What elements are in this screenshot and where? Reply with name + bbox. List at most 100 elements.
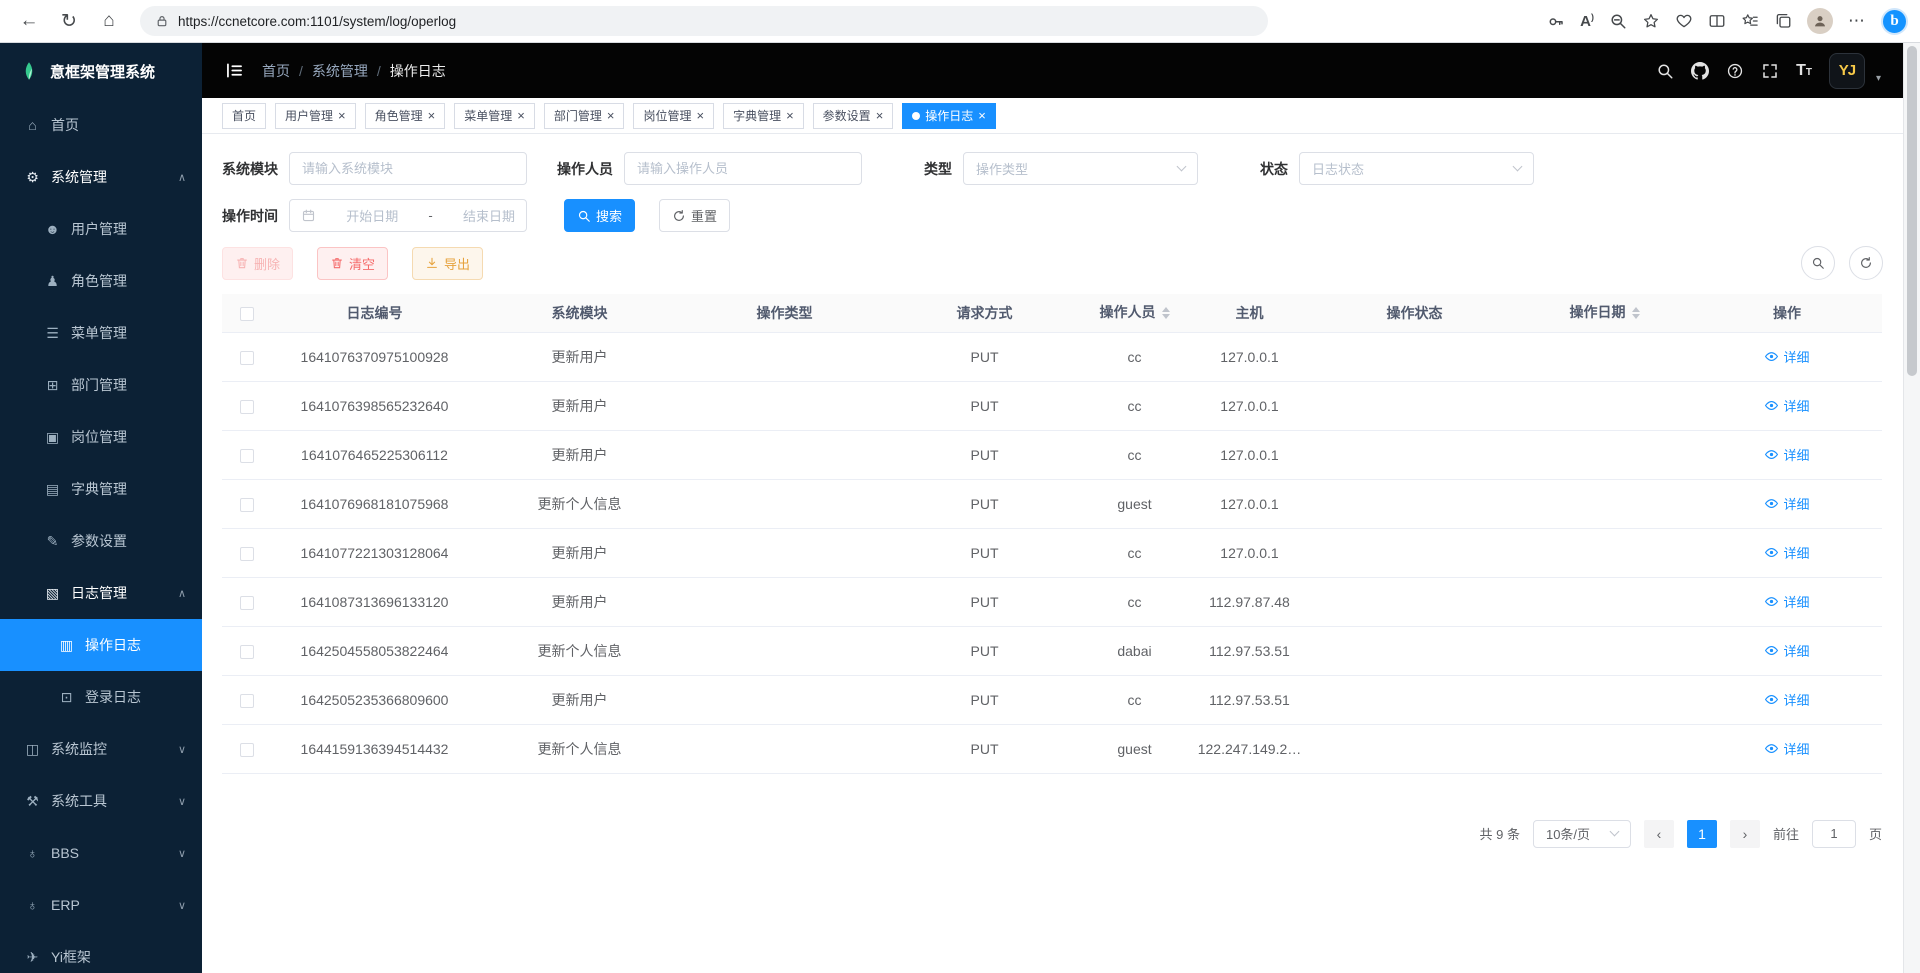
row-checkbox[interactable] [240,400,254,414]
tab[interactable]: 首页 × [222,103,266,129]
sidebar-item[interactable]: ⊡ 登录日志 [0,671,202,723]
favorites-bar-icon[interactable] [1741,12,1759,30]
prev-page-button[interactable]: ‹ [1644,820,1674,848]
next-page-button[interactable]: › [1730,820,1760,848]
sidebar-item[interactable]: ♁ BBS ∨ [0,827,202,879]
row-checkbox[interactable] [240,596,254,610]
fullscreen-icon[interactable] [1761,62,1779,80]
sidebar-item[interactable]: ⚙ 系统管理 ∧ [0,151,202,203]
type-select[interactable]: 操作类型 [963,152,1198,185]
sidebar-item[interactable]: ▣ 岗位管理 [0,411,202,463]
sidebar-item[interactable]: ▥ 操作日志 [0,619,202,671]
font-size-icon[interactable]: TT [1796,62,1812,80]
row-checkbox[interactable] [240,694,254,708]
sidebar-item[interactable]: ⌂ 首页 [0,99,202,151]
current-page-button[interactable]: 1 [1687,820,1717,848]
detail-link[interactable]: 详细 [1764,641,1809,660]
sidebar-item[interactable]: ⚒ 系统工具 ∨ [0,775,202,827]
tab-close-icon[interactable]: × [786,109,794,122]
tab[interactable]: 操作日志 × [902,103,996,129]
detail-link[interactable]: 详细 [1764,543,1809,562]
row-checkbox[interactable] [240,645,254,659]
read-aloud-icon[interactable]: A) [1580,12,1594,30]
operator-input[interactable] [624,152,862,185]
detail-link[interactable]: 详细 [1764,494,1809,513]
search-button[interactable]: 搜索 [564,199,635,232]
tab[interactable]: 部门管理 × [544,103,625,129]
collections-icon[interactable] [1774,12,1792,30]
goto-page-input[interactable] [1812,820,1856,848]
tab[interactable]: 角色管理 × [365,103,446,129]
github-icon[interactable] [1691,62,1709,80]
tab-close-icon[interactable]: × [978,109,986,122]
sidebar-item[interactable]: ✎ 参数设置 [0,515,202,567]
breadcrumb-system[interactable]: 系统管理 [312,61,368,81]
delete-button[interactable]: 删除 [222,247,293,280]
detail-link[interactable]: 详细 [1764,739,1809,758]
row-checkbox[interactable] [240,449,254,463]
date-range-picker[interactable]: 开始日期 - 结束日期 [289,199,527,232]
browser-back-icon[interactable]: ← [12,4,46,38]
sort-icon[interactable] [1632,303,1640,323]
browser-essentials-icon[interactable] [1675,12,1693,30]
browser-refresh-icon[interactable]: ↻ [52,4,86,38]
browser-menu-icon[interactable]: ⋯ [1848,11,1866,31]
sidebar-item[interactable]: ▧ 日志管理 ∧ [0,567,202,619]
sidebar-item[interactable]: ☻ 用户管理 [0,203,202,255]
tab-close-icon[interactable]: × [607,109,615,122]
module-input[interactable] [289,152,527,185]
scrollbar-thumb[interactable] [1907,46,1917,376]
split-screen-icon[interactable] [1708,12,1726,30]
sidebar-item[interactable]: ♁ ERP ∨ [0,879,202,931]
sidebar-item[interactable]: ▤ 字典管理 [0,463,202,515]
tab-close-icon[interactable]: × [696,109,704,122]
detail-link[interactable]: 详细 [1764,396,1809,415]
row-checkbox[interactable] [240,547,254,561]
row-checkbox[interactable] [240,498,254,512]
tab[interactable]: 用户管理 × [275,103,356,129]
export-button[interactable]: 导出 [412,247,483,280]
row-checkbox[interactable] [240,743,254,757]
address-bar[interactable]: https://ccnetcore.com:1101/system/log/op… [140,6,1268,36]
sort-icon[interactable] [1162,303,1170,323]
tab[interactable]: 参数设置 × [813,103,894,129]
tab[interactable]: 菜单管理 × [454,103,535,129]
page-size-select[interactable]: 10条/页 [1533,820,1631,848]
reset-button[interactable]: 重置 [659,199,730,232]
select-all-checkbox[interactable] [240,307,254,321]
bing-copilot-icon[interactable]: b [1881,8,1908,35]
detail-link[interactable]: 详细 [1764,592,1809,611]
browser-scrollbar[interactable] [1903,43,1920,973]
detail-link[interactable]: 详细 [1764,445,1809,464]
tab-close-icon[interactable]: × [428,109,436,122]
tab[interactable]: 字典管理 × [723,103,804,129]
tab-close-icon[interactable]: × [876,109,884,122]
password-key-icon[interactable] [1547,12,1565,30]
status-select[interactable]: 日志状态 [1299,152,1534,185]
tab-close-icon[interactable]: × [517,109,525,122]
browser-profile-avatar[interactable] [1807,8,1833,34]
browser-home-icon[interactable]: ⌂ [92,4,126,38]
tab[interactable]: 岗位管理 × [633,103,714,129]
refresh-table-button[interactable] [1849,246,1883,280]
detail-link[interactable]: 详细 [1764,690,1809,709]
breadcrumb-separator: / [299,63,303,79]
show-search-button[interactable] [1801,246,1835,280]
favorite-add-icon[interactable] [1642,12,1660,30]
sidebar-item[interactable]: ♟ 角色管理 [0,255,202,307]
zoom-out-icon[interactable] [1609,12,1627,30]
sidebar-item[interactable]: ◫ 系统监控 ∨ [0,723,202,775]
collapse-sidebar-icon[interactable] [224,60,245,81]
cell-op-type [682,724,887,773]
detail-link[interactable]: 详细 [1764,347,1809,366]
breadcrumb-home[interactable]: 首页 [262,61,290,81]
help-icon[interactable] [1726,62,1744,80]
row-checkbox[interactable] [240,351,254,365]
search-icon[interactable] [1656,62,1674,80]
sidebar-item[interactable]: ⊞ 部门管理 [0,359,202,411]
user-avatar[interactable]: YJ [1829,53,1865,89]
sidebar-item[interactable]: ✈ Yi框架 [0,931,202,973]
sidebar-item[interactable]: ☰ 菜单管理 [0,307,202,359]
clear-button[interactable]: 清空 [317,247,388,280]
tab-close-icon[interactable]: × [338,109,346,122]
